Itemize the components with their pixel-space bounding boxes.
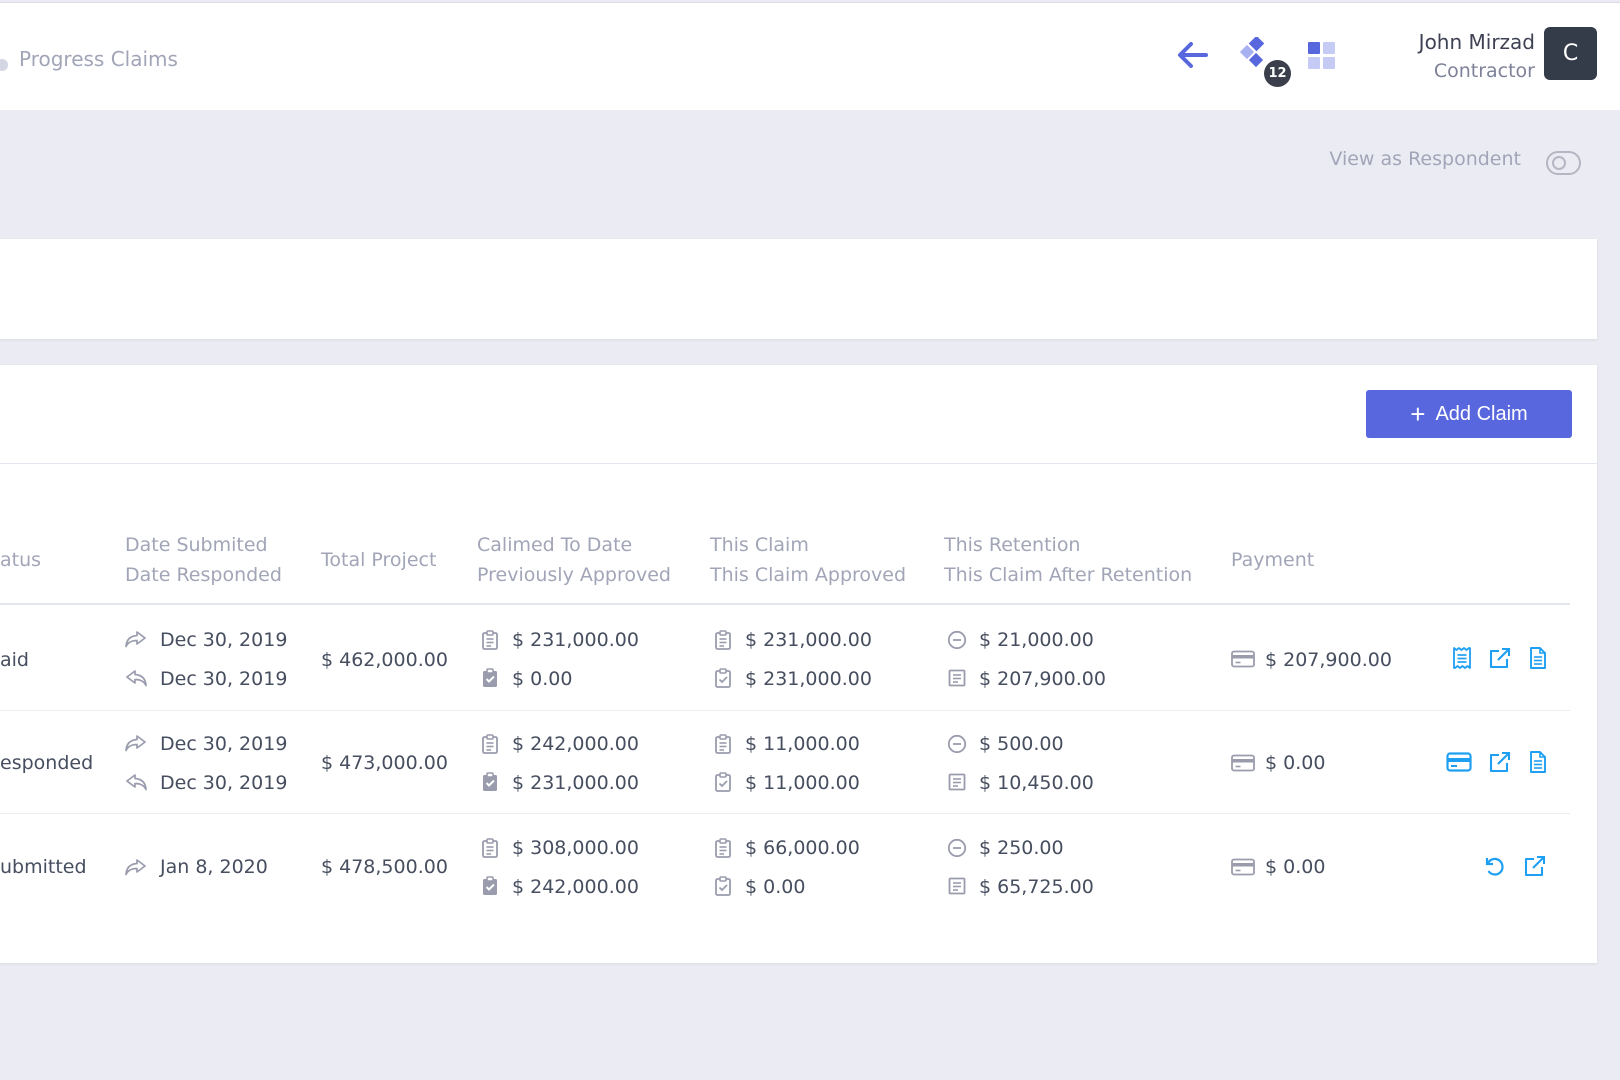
this-claim: $ 231,000.00 [745, 629, 872, 651]
status-cell: esponded [0, 752, 94, 774]
this-claim-approved: $ 11,000.00 [745, 772, 860, 794]
share-icon [124, 629, 148, 649]
payment: $ 207,900.00 [1265, 649, 1392, 671]
clipboard-check-icon [480, 668, 500, 688]
total-project: $ 473,000.00 [321, 752, 448, 774]
card-divider [0, 463, 1597, 464]
credit-card-icon[interactable] [1446, 752, 1472, 772]
view-as-respondent-label: View as Respondent [1329, 148, 1521, 170]
clipboard-check-icon [713, 772, 733, 792]
total-project: $ 478,500.00 [321, 856, 448, 878]
external-link-icon[interactable] [1523, 854, 1547, 878]
status-cell: ubmitted [0, 856, 87, 878]
col-previously-approved[interactable]: Previously Approved [477, 560, 671, 590]
credit-card-icon [1231, 858, 1255, 876]
date-submitted: Dec 30, 2019 [160, 733, 288, 755]
share-icon [124, 733, 148, 753]
payment: $ 0.00 [1265, 752, 1326, 774]
external-link-icon[interactable] [1488, 646, 1512, 670]
document-icon[interactable] [1528, 750, 1548, 774]
col-date-responded[interactable]: Date Responded [125, 560, 282, 590]
reply-icon [124, 772, 148, 792]
clipboard-icon [480, 630, 500, 650]
minus-circle-icon [947, 838, 967, 858]
after-retention: $ 10,450.00 [979, 772, 1094, 794]
this-claim-approved: $ 0.00 [745, 876, 806, 898]
date-responded: Dec 30, 2019 [160, 772, 288, 794]
apps-grid-icon[interactable] [1307, 41, 1337, 75]
breadcrumb-dot [0, 59, 8, 71]
external-link-icon[interactable] [1488, 750, 1512, 774]
claimed-to-date: $ 242,000.00 [512, 733, 639, 755]
receipt-icon[interactable] [1451, 646, 1473, 670]
document-icon[interactable] [1528, 646, 1548, 670]
col-status[interactable]: atus [0, 545, 41, 575]
reply-icon [124, 668, 148, 688]
credit-card-icon [1231, 650, 1255, 668]
avatar[interactable]: C [1544, 27, 1597, 80]
clipboard-icon [480, 734, 500, 754]
filter-card [0, 239, 1597, 339]
row-divider [0, 813, 1570, 814]
this-claim-approved: $ 231,000.00 [745, 668, 872, 690]
list-icon [947, 772, 967, 792]
clipboard-icon [713, 630, 733, 650]
plus-icon: + [1410, 399, 1426, 429]
minus-circle-icon [947, 630, 967, 650]
claimed-to-date: $ 308,000.00 [512, 837, 639, 859]
col-claimed-to-date[interactable]: Calimed To Date [477, 530, 632, 560]
col-payment[interactable]: Payment [1231, 545, 1314, 575]
arrow-left-icon[interactable] [1177, 41, 1209, 73]
header-divider [0, 603, 1570, 605]
this-claim: $ 66,000.00 [745, 837, 860, 859]
minus-circle-icon [947, 734, 967, 754]
row-divider [0, 710, 1570, 711]
status-cell: aid [0, 649, 29, 671]
notification-badge: 12 [1264, 60, 1291, 87]
clipboard-check-icon [480, 876, 500, 896]
list-icon [947, 876, 967, 896]
this-retention: $ 500.00 [979, 733, 1064, 755]
credit-card-icon [1231, 754, 1255, 772]
share-icon [124, 857, 148, 877]
user-role: Contractor [1433, 60, 1535, 82]
previously-approved: $ 0.00 [512, 668, 573, 690]
this-claim: $ 11,000.00 [745, 733, 860, 755]
total-project: $ 462,000.00 [321, 649, 448, 671]
col-this-retention[interactable]: This Retention [944, 530, 1080, 560]
clipboard-icon [480, 838, 500, 858]
clipboard-icon [713, 838, 733, 858]
view-as-respondent-toggle[interactable] [1546, 151, 1581, 175]
claimed-to-date: $ 231,000.00 [512, 629, 639, 651]
clipboard-check-icon [713, 876, 733, 896]
toggle-knob [1552, 156, 1566, 170]
date-submitted: Dec 30, 2019 [160, 629, 288, 651]
list-icon [947, 668, 967, 688]
date-responded: Dec 30, 2019 [160, 668, 288, 690]
col-total-project[interactable]: Total Project [321, 545, 436, 575]
date-submitted: Jan 8, 2020 [160, 856, 268, 878]
this-retention: $ 21,000.00 [979, 629, 1094, 651]
payment: $ 0.00 [1265, 856, 1326, 878]
previously-approved: $ 231,000.00 [512, 772, 639, 794]
top-header: Progress Claims 12 John Mirzad Contracto… [0, 2, 1620, 110]
undo-icon[interactable] [1482, 854, 1506, 878]
user-name[interactable]: John Mirzad [1419, 30, 1535, 54]
previously-approved: $ 242,000.00 [512, 876, 639, 898]
after-retention: $ 65,725.00 [979, 876, 1094, 898]
clipboard-check-icon [713, 668, 733, 688]
col-date-submitted[interactable]: Date Submited [125, 530, 268, 560]
add-claim-button[interactable]: + Add Claim [1366, 390, 1572, 438]
this-retention: $ 250.00 [979, 837, 1064, 859]
clipboard-check-icon [480, 772, 500, 792]
add-claim-label: Add Claim [1435, 402, 1528, 425]
col-after-retention[interactable]: This Claim After Retention [944, 560, 1192, 590]
col-this-claim-approved[interactable]: This Claim Approved [710, 560, 906, 590]
col-this-claim[interactable]: This Claim [710, 530, 809, 560]
clipboard-icon [713, 734, 733, 754]
after-retention: $ 207,900.00 [979, 668, 1106, 690]
breadcrumb[interactable]: Progress Claims [19, 47, 178, 71]
